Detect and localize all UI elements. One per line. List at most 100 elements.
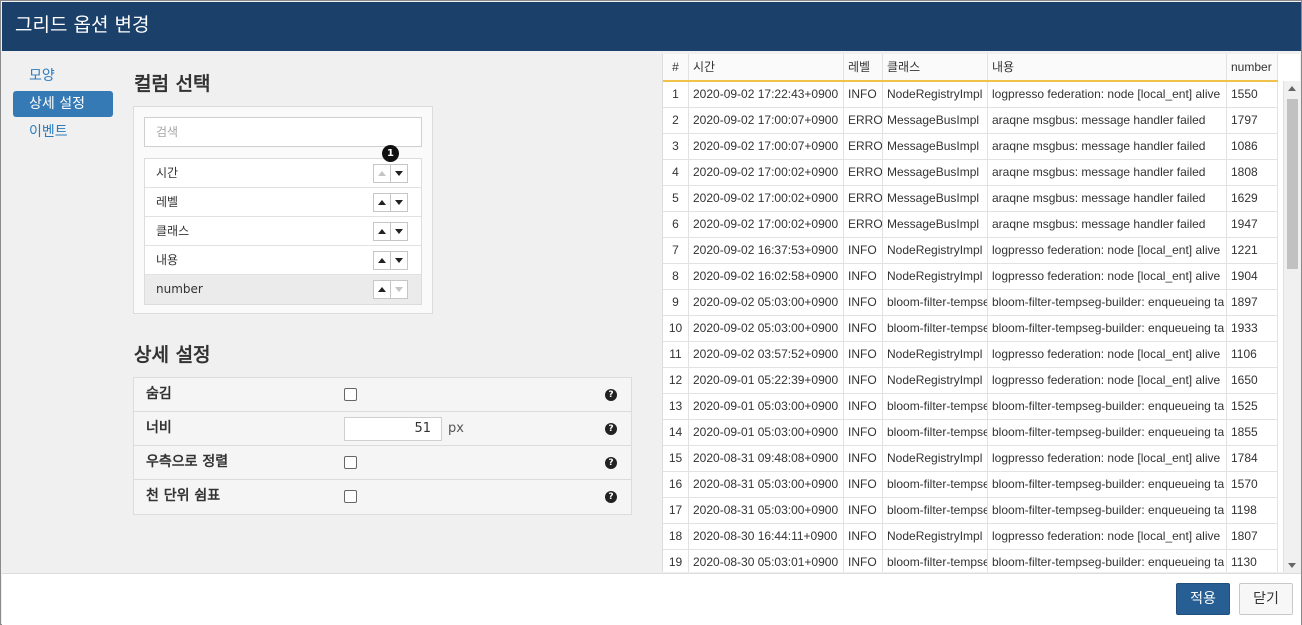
column-item-level[interactable]: 레벨 <box>145 188 421 217</box>
move-down-button[interactable] <box>390 251 408 270</box>
table-row[interactable]: 19 2020-08-30 05:03:01+0900 INFO bloom-filt… <box>663 550 1278 572</box>
cell-number: 1947 <box>1227 212 1278 237</box>
grid-vertical-scrollbar[interactable] <box>1283 81 1300 572</box>
width-input[interactable]: 51 <box>344 417 442 441</box>
close-button[interactable]: 닫기 <box>1239 583 1293 615</box>
header-class[interactable]: 클래스 <box>883 54 988 80</box>
table-row[interactable]: 62020-09-02 17:00:02+0900ERRORMessageBus… <box>663 212 1278 238</box>
table-row[interactable]: 15 2020-08-31 09:48:08+0900 INFO NodeRegist… <box>663 446 1278 472</box>
detail-settings-heading: 상세 설정 <box>134 344 211 366</box>
table-row[interactable]: 13 2020-09-01 05:03:00+0900 INFO bloom-filt… <box>663 394 1278 420</box>
cell-level: INFO <box>844 472 883 497</box>
help-icon[interactable]: ? <box>605 423 617 435</box>
table-row[interactable]: 8 2020-09-02 16:02:58+0900 INFO NodeRegistr… <box>663 264 1278 290</box>
table-row[interactable]: 42020-09-02 17:00:02+0900ERRORMessageBus… <box>663 160 1278 186</box>
table-row[interactable]: 16 2020-08-31 05:03:00+0900 INFO bloom-filt… <box>663 472 1278 498</box>
table-row[interactable]: 10 2020-09-02 05:03:00+0900 INFO bloom-filt… <box>663 316 1278 342</box>
cell-class: bloom-filter-tempseg <box>883 472 988 497</box>
width-setting-row: 너비 51 px ? <box>134 412 631 446</box>
move-down-button[interactable] <box>390 222 408 241</box>
column-search-input[interactable] <box>144 117 422 147</box>
column-select-heading: 컬럼 선택 <box>134 73 211 95</box>
cell-level: INFO <box>844 446 883 471</box>
move-up-button[interactable] <box>373 164 391 183</box>
nav-item-detail-settings[interactable]: 상세 설정 <box>13 91 113 117</box>
table-row[interactable]: 52020-09-02 17:00:02+0900ERRORMessageBus… <box>663 186 1278 212</box>
cell-index: 15 <box>663 446 689 471</box>
help-icon[interactable]: ? <box>605 389 617 401</box>
cell-class: bloom-filter-tempseg <box>883 550 988 572</box>
cell-number: 1855 <box>1227 420 1278 445</box>
arrow-down-icon <box>395 171 403 176</box>
cell-number: 1106 <box>1227 342 1278 367</box>
apply-button[interactable]: 적용 <box>1176 583 1230 615</box>
move-up-button[interactable] <box>373 251 391 270</box>
table-row[interactable]: 32020-09-02 17:00:07+0900ERRORMessageBus… <box>663 134 1278 160</box>
cell-class: NodeRegistryImpl <box>883 238 988 263</box>
width-unit: px <box>448 421 464 436</box>
hidden-label: 숨김 <box>146 386 172 402</box>
scroll-up-icon <box>1288 86 1296 91</box>
nav-item-events[interactable]: 이벤트 <box>13 119 113 145</box>
align-right-checkbox[interactable] <box>344 456 357 469</box>
cell-content: araqne msgbus: message handler failed <box>988 212 1227 237</box>
cell-time: 2020-09-02 17:00:07+0900 <box>689 134 844 159</box>
header-index[interactable]: # <box>663 54 689 80</box>
table-row[interactable]: 18 2020-08-30 16:44:11+0900 INFO NodeRegist… <box>663 524 1278 550</box>
cell-index: 5 <box>663 186 689 211</box>
table-row[interactable]: 7 2020-09-02 16:37:53+0900 INFO NodeRegistr… <box>663 238 1278 264</box>
table-row[interactable]: 14 2020-09-01 05:03:00+0900 INFO bloom-filt… <box>663 420 1278 446</box>
cell-time: 2020-09-02 17:00:02+0900 <box>689 186 844 211</box>
cell-level: INFO <box>844 238 883 263</box>
cell-number: 1550 <box>1227 82 1278 107</box>
column-item-number[interactable]: number <box>145 275 421 304</box>
column-item-class[interactable]: 클래스 <box>145 217 421 246</box>
cell-content: logpresso federation: node [local_ent] a… <box>988 342 1227 367</box>
header-time[interactable]: 시간 <box>689 54 844 80</box>
table-row[interactable]: 17 2020-08-31 05:03:00+0900 INFO bloom-filt… <box>663 498 1278 524</box>
arrow-down-icon <box>395 258 403 263</box>
thousands-separator-setting-row: 천 단위 쉼표 ? <box>134 480 631 514</box>
cell-time: 2020-09-01 05:03:00+0900 <box>689 420 844 445</box>
move-down-button[interactable] <box>390 193 408 212</box>
help-icon[interactable]: ? <box>605 491 617 503</box>
cell-time: 2020-09-02 17:00:02+0900 <box>689 212 844 237</box>
help-icon[interactable]: ? <box>605 457 617 469</box>
cell-time: 2020-08-31 05:03:00+0900 <box>689 498 844 523</box>
cell-class: NodeRegistryImpl <box>883 368 988 393</box>
move-down-button[interactable] <box>390 280 408 299</box>
scrollbar-thumb[interactable] <box>1287 99 1298 269</box>
cell-content: logpresso federation: node [local_ent] a… <box>988 264 1227 289</box>
cell-number: 1808 <box>1227 160 1278 185</box>
cell-time: 2020-09-01 05:03:00+0900 <box>689 394 844 419</box>
grid-body: 1 2020-09-02 17:22:43+0900 INFO NodeRegistr… <box>663 82 1278 572</box>
header-number[interactable]: number <box>1227 54 1278 80</box>
cell-index: 17 <box>663 498 689 523</box>
cell-content: bloom-filter-tempseg-builder: enqueueing… <box>988 420 1227 445</box>
table-row[interactable]: 22020-09-02 17:00:07+0900ERRORMessageBus… <box>663 108 1278 134</box>
column-item-label: 시간 <box>156 166 179 180</box>
move-down-button[interactable] <box>390 164 408 183</box>
column-item-content[interactable]: 내용 <box>145 246 421 275</box>
table-row[interactable]: 9 2020-09-02 05:03:00+0900 INFO bloom-filte… <box>663 290 1278 316</box>
table-row[interactable]: 11 2020-09-02 03:57:52+0900 INFO NodeRegist… <box>663 342 1278 368</box>
cell-number: 1784 <box>1227 446 1278 471</box>
move-up-button[interactable] <box>373 280 391 299</box>
table-row[interactable]: 12 2020-09-01 05:22:39+0900 INFO NodeRegist… <box>663 368 1278 394</box>
table-row[interactable]: 1 2020-09-02 17:22:43+0900 INFO NodeRegistr… <box>663 82 1278 108</box>
column-item-time[interactable]: 시간 <box>145 159 421 188</box>
thousands-separator-checkbox[interactable] <box>344 490 357 503</box>
cell-class: NodeRegistryImpl <box>883 524 988 549</box>
grid-header: # 시간 레벨 클래스 내용 number <box>663 54 1278 82</box>
header-content[interactable]: 내용 <box>988 54 1227 80</box>
move-up-button[interactable] <box>373 193 391 212</box>
hidden-checkbox[interactable] <box>344 388 357 401</box>
settings-nav: 모양 상세 설정 이벤트 <box>13 63 113 147</box>
cell-class: MessageBusImpl <box>883 108 988 133</box>
cell-class: bloom-filter-tempseg <box>883 498 988 523</box>
width-label: 너비 <box>146 420 172 436</box>
nav-item-appearance[interactable]: 모양 <box>13 63 113 89</box>
header-level[interactable]: 레벨 <box>844 54 883 80</box>
cell-content: bloom-filter-tempseg-builder: enqueueing… <box>988 290 1227 315</box>
move-up-button[interactable] <box>373 222 391 241</box>
